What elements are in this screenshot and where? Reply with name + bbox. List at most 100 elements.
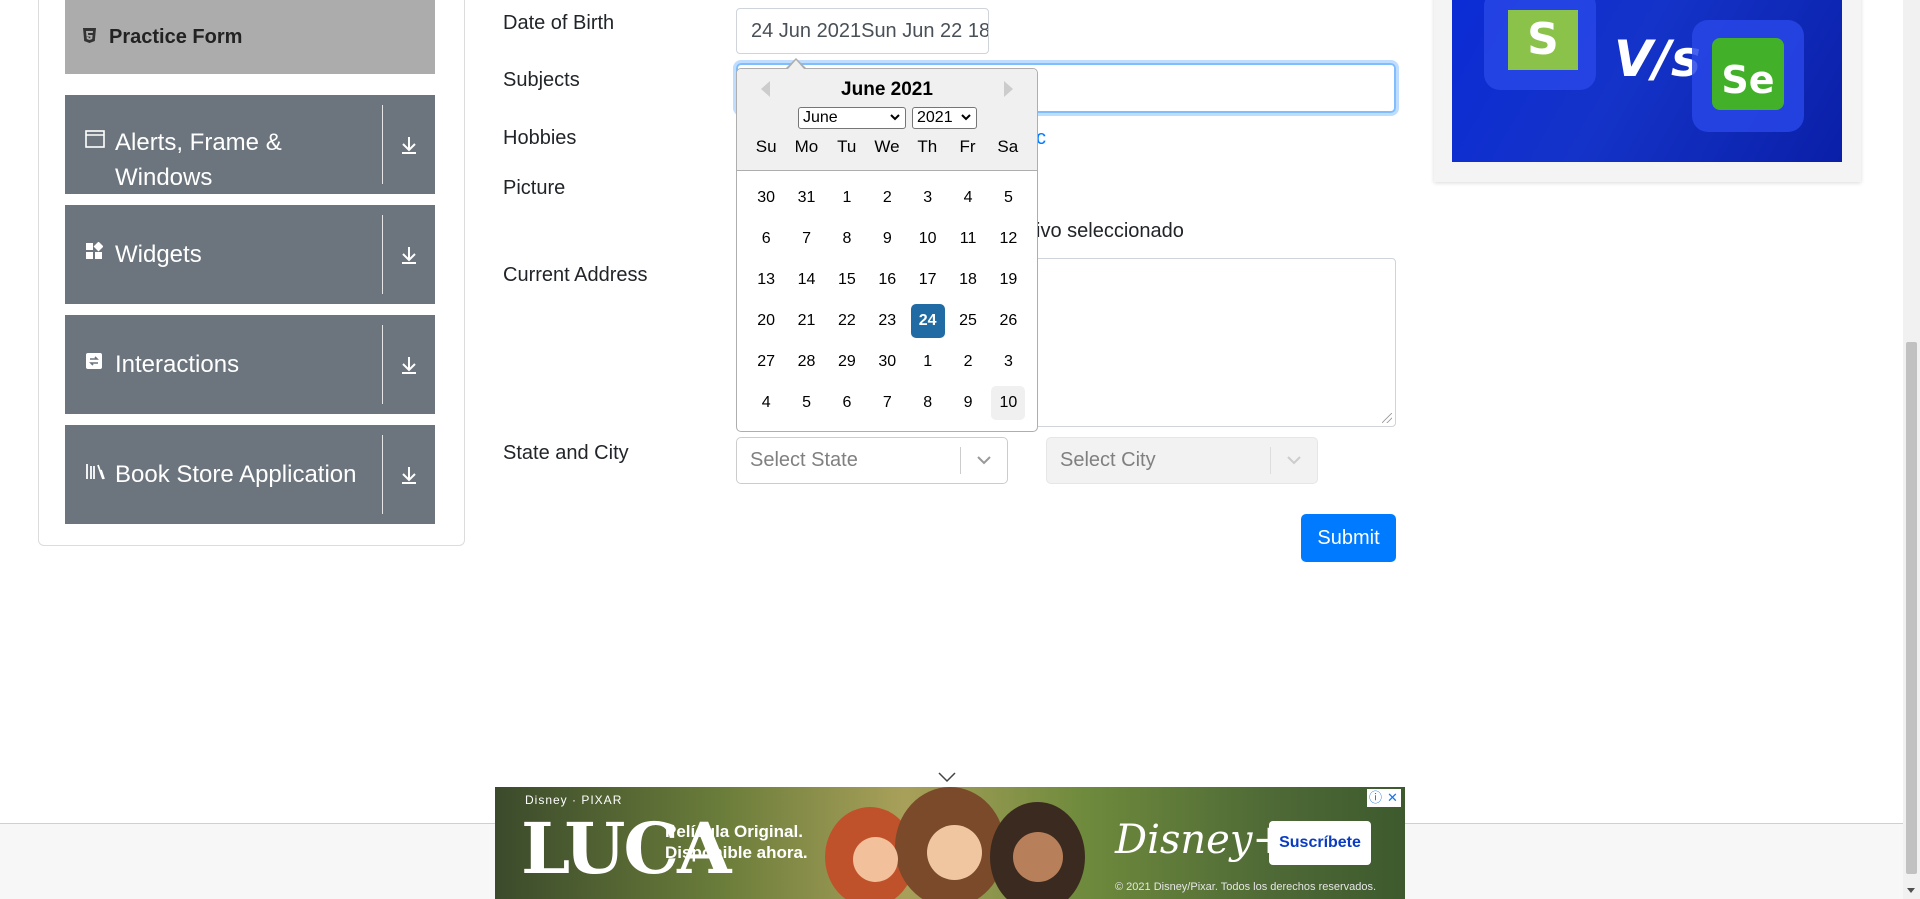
download-icon[interactable] [382,215,435,294]
datepicker-day[interactable]: 2 [951,345,985,379]
chevron-down-icon [890,114,900,121]
datepicker-day[interactable]: 4 [951,181,985,215]
datepicker-day[interactable]: 8 [911,386,945,420]
datepicker-day[interactable]: 20 [749,304,783,338]
datepicker-day-highlighted[interactable]: 10 [991,385,1026,420]
datepicker-header: June 2021 June 2021 Su Mo Tu We Th Fr Sa [737,69,1037,171]
datepicker-day[interactable]: 4 [749,386,783,420]
datepicker-day[interactable]: 17 [911,263,945,297]
datepicker-day[interactable]: 30 [749,181,783,215]
datepicker-day[interactable]: 16 [870,263,904,297]
group-label: Alerts, Frame & Windows [115,129,282,191]
datepicker-day[interactable]: 5 [790,386,824,420]
scrollbar-thumb[interactable] [1906,342,1917,874]
datepicker-day[interactable]: 13 [749,263,783,297]
datepicker-day[interactable]: 30 [870,345,904,379]
chevron-down-icon[interactable] [1283,449,1305,471]
datepicker-day[interactable]: 1 [911,345,945,379]
datepicker-day[interactable]: 21 [790,304,824,338]
close-icon[interactable]: ✕ [1384,789,1401,807]
city-select[interactable]: Select City [1046,437,1318,484]
state-placeholder: Select State [750,449,858,471]
sidebar-item-practice-form[interactable]: Practice Form [65,0,435,74]
datepicker-day[interactable]: 8 [830,222,864,256]
subjects-label: Subjects [503,69,580,91]
ad-choices[interactable]: ⓘ ✕ [1367,789,1401,807]
select-separator [1270,447,1271,474]
datepicker-day[interactable]: 12 [991,222,1025,256]
ad-tagline: Película Original. Disponible ahora. [665,822,808,862]
datepicker-day[interactable]: 22 [830,304,864,338]
datepicker-week: 6 7 8 9 10 11 12 [746,218,1030,259]
datepicker-day[interactable]: 2 [870,181,904,215]
group-label: Interactions [115,351,240,378]
datepicker-day[interactable]: 26 [991,304,1025,338]
datepicker-month-grid: 30 31 1 2 3 4 5 6 7 8 9 10 11 12 13 14 15 16 17 18 19 20 21… [746,177,1030,423]
download-icon[interactable] [382,325,435,404]
subscribe-button[interactable]: Suscríbete [1269,821,1371,865]
datepicker-week: 4 5 6 7 8 9 10 [746,382,1030,423]
state-select[interactable]: Select State [736,437,1008,484]
sidebar-group-widgets[interactable]: Widgets [65,205,435,304]
datepicker-day[interactable]: 18 [951,263,985,297]
datepicker-day[interactable]: 15 [830,263,864,297]
right-advertisement[interactable]: S V/s Se [1452,0,1842,162]
datepicker-day[interactable]: 10 [911,222,945,256]
datepicker-day[interactable]: 23 [870,304,904,338]
datepicker-day[interactable]: 6 [749,222,783,256]
sidebar-group-interactions[interactable]: Interactions [65,315,435,414]
date-of-birth-input[interactable]: 24 Jun 2021Sun Jun 22 18 [736,8,989,54]
datepicker-day[interactable]: 25 [951,304,985,338]
datepicker-day[interactable]: 28 [790,345,824,379]
datepicker-day[interactable]: 11 [951,222,985,256]
datepicker-day[interactable]: 14 [790,263,824,297]
datepicker-day[interactable]: 29 [830,345,864,379]
dob-label: Date of Birth [503,12,615,34]
ad-right-logo: Se [1712,38,1784,110]
datepicker-week: 30 31 1 2 3 4 5 [746,177,1030,218]
datepicker-day[interactable]: 31 [790,181,824,215]
datepicker-day[interactable]: 27 [749,345,783,379]
sidebar-group-book-store[interactable]: Book Store Application [65,425,435,524]
month-select[interactable]: June [798,107,906,129]
select-separator [960,447,961,474]
picture-label: Picture [503,177,566,199]
info-icon[interactable]: ⓘ [1367,789,1384,807]
datepicker-day-selected[interactable]: 24 [910,303,945,338]
datepicker-day[interactable]: 7 [870,386,904,420]
datepicker-day[interactable]: 3 [991,345,1025,379]
ad-legal-text: © 2021 Disney/Pixar. Todos los derechos … [1115,881,1377,893]
chevron-down-icon[interactable] [973,449,995,471]
address-label: Current Address [503,264,648,286]
window-icon [85,125,107,160]
file-status-text: ivo seleccionado [1036,220,1184,242]
datepicker-day[interactable]: 7 [790,222,824,256]
books-icon [85,457,107,492]
chevron-down-icon [961,114,971,121]
sidebar-group-alerts-frame-windows[interactable]: Alerts, Frame & Windows [65,95,435,194]
datepicker-day[interactable]: 9 [951,386,985,420]
city-placeholder: Select City [1060,449,1156,471]
submit-button[interactable]: Submit [1301,514,1396,562]
datepicker-current-month: June 2021 [841,79,933,100]
year-select[interactable]: 2021 [912,107,977,129]
datepicker-day[interactable]: 19 [991,263,1025,297]
scroll-down-icon[interactable] [1907,888,1915,893]
datepicker-day[interactable]: 3 [911,181,945,215]
group-label: Book Store Application [115,461,357,488]
datepicker-day[interactable]: 9 [870,222,904,256]
next-month-icon[interactable] [1004,81,1013,97]
datepicker-day[interactable]: 6 [830,386,864,420]
datepicker-day[interactable]: 1 [830,181,864,215]
chevron-down-icon[interactable] [937,771,957,783]
state-city-label: State and City [503,442,629,464]
interactions-icon [85,347,107,382]
hobbies-label: Hobbies [503,127,577,149]
ad-character-face [1013,832,1063,882]
datepicker-day[interactable]: 5 [991,181,1025,215]
resize-handle[interactable] [1382,413,1392,423]
download-icon[interactable] [382,435,435,514]
bottom-advertisement[interactable]: Disney · PIXAR LUCA Película Original. Di… [495,787,1405,899]
page-scrollbar[interactable] [1903,0,1920,899]
download-icon[interactable] [382,105,435,184]
